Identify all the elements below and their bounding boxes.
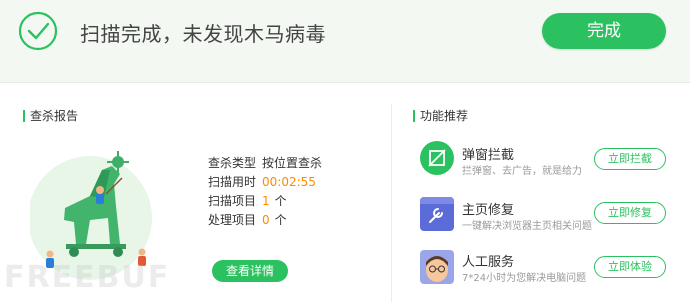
report-row-scanned: 扫描项目 1 个	[208, 193, 287, 209]
try-service-button[interactable]: 立即体验	[594, 256, 666, 278]
view-details-button[interactable]: 查看详情	[212, 260, 288, 282]
block-popup-button[interactable]: 立即拦截	[594, 148, 666, 170]
done-button[interactable]: 完成	[542, 13, 666, 49]
homepage-repair-icon	[420, 197, 454, 231]
popup-block-icon	[420, 141, 454, 175]
report-row-label: 扫描用时	[208, 175, 257, 189]
report-row-value: 00:02:55	[262, 175, 316, 189]
scan-result-title: 扫描完成，未发现木马病毒	[80, 22, 326, 46]
report-row-label: 查杀类型	[208, 156, 257, 170]
repair-homepage-button[interactable]: 立即修复	[594, 202, 666, 224]
feature-name: 主页修复	[462, 203, 515, 218]
result-header: 扫描完成，未发现木马病毒 完成	[0, 0, 690, 83]
watermark: FREEBUF	[4, 260, 171, 295]
report-section-title: 查杀报告	[23, 109, 78, 123]
report-row-label: 扫描项目	[208, 194, 257, 208]
features-section-title: 功能推荐	[413, 109, 468, 123]
report-row-value: 0	[262, 213, 270, 227]
report-row-duration: 扫描用时 00:02:55	[208, 174, 316, 190]
report-row-value: 按位置查杀	[262, 156, 323, 170]
report-row-value: 1	[262, 194, 270, 208]
feature-name: 人工服务	[462, 255, 515, 270]
feature-desc: 拦弹窗、去广告，就是给力	[462, 166, 582, 177]
feature-desc: 7*24小时为您解决电脑问题	[462, 273, 587, 284]
service-agent-icon	[420, 250, 454, 284]
check-circle-icon	[18, 11, 58, 51]
section-divider	[391, 104, 392, 302]
report-row-unit: 个	[274, 194, 287, 208]
feature-name: 弹窗拦截	[462, 148, 515, 163]
report-row-unit: 个	[274, 213, 287, 227]
report-row-type: 查杀类型 按位置查杀	[208, 155, 322, 171]
report-row-handled: 处理项目 0 个	[208, 212, 287, 228]
feature-desc: 一键解决浏览器主页相关问题	[462, 221, 592, 232]
report-row-label: 处理项目	[208, 213, 257, 227]
